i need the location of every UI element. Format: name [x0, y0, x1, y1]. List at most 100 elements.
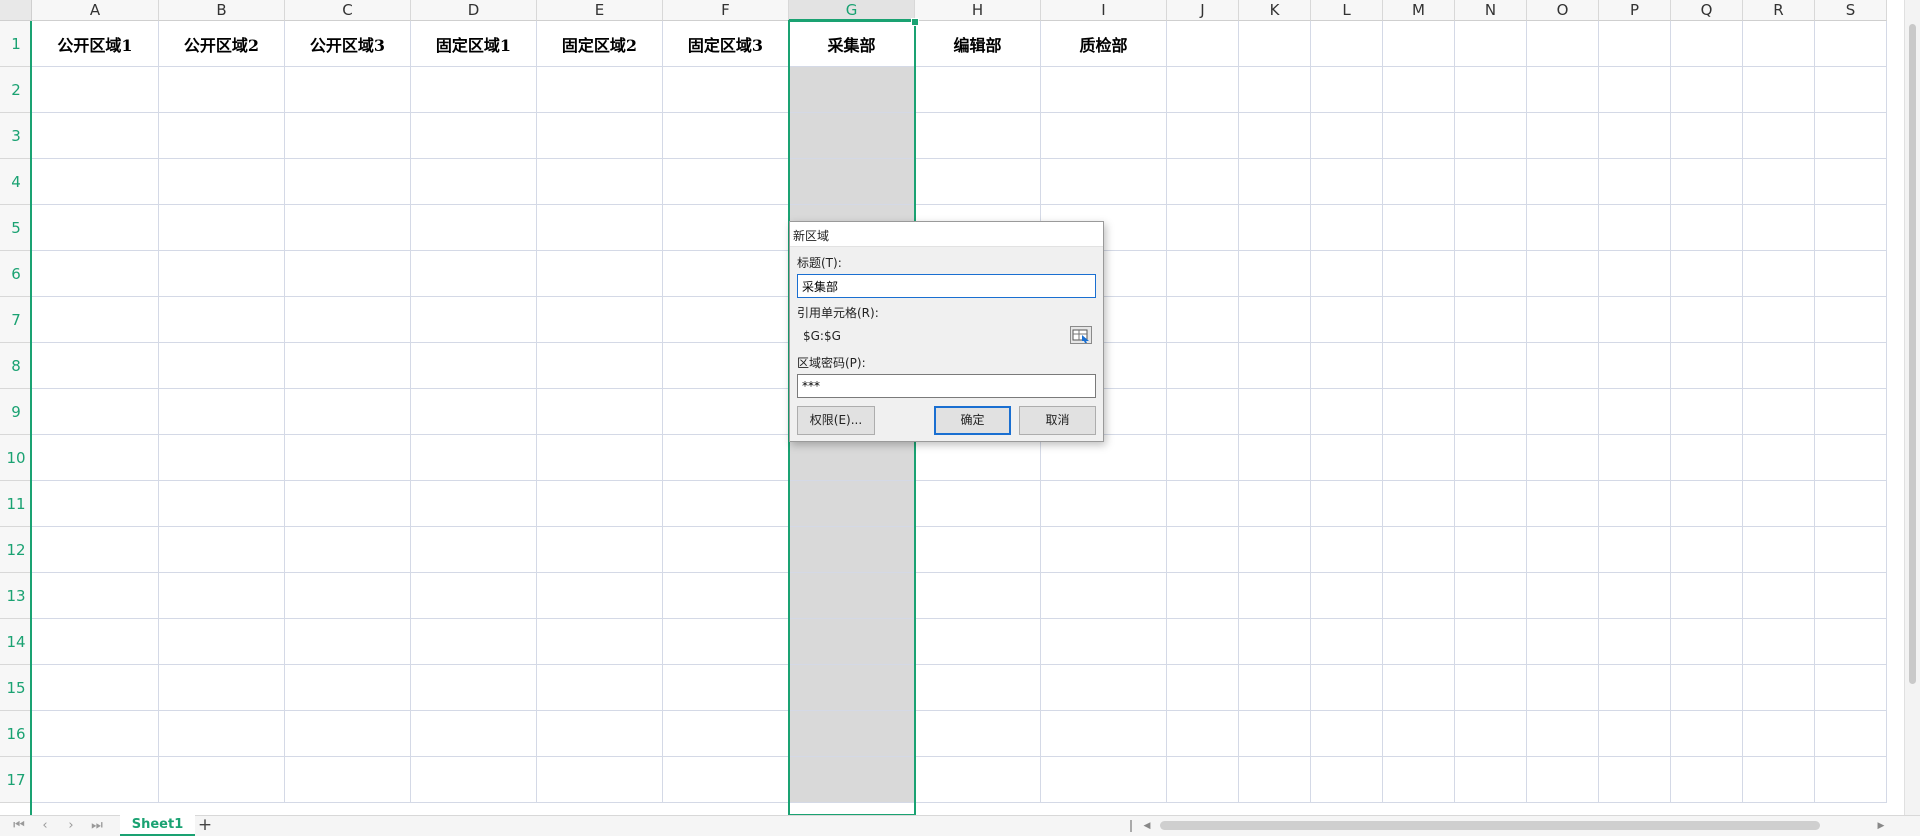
- cell-e10[interactable]: [537, 435, 663, 481]
- cell-h1[interactable]: 编辑部: [915, 21, 1041, 67]
- cell-i11[interactable]: [1041, 481, 1167, 527]
- cell-m5[interactable]: [1383, 205, 1455, 251]
- cell-m11[interactable]: [1383, 481, 1455, 527]
- cell-e16[interactable]: [537, 711, 663, 757]
- cell-d5[interactable]: [411, 205, 537, 251]
- cell-d9[interactable]: [411, 389, 537, 435]
- cell-o15[interactable]: [1527, 665, 1599, 711]
- column-header-o[interactable]: O: [1527, 0, 1599, 21]
- cell-j12[interactable]: [1167, 527, 1239, 573]
- title-input[interactable]: [797, 274, 1096, 298]
- cell-j7[interactable]: [1167, 297, 1239, 343]
- fill-handle[interactable]: [911, 18, 919, 26]
- cell-g13[interactable]: [789, 573, 915, 619]
- row-header-5[interactable]: 5: [0, 205, 32, 251]
- cell-j2[interactable]: [1167, 67, 1239, 113]
- column-header-e[interactable]: E: [537, 0, 663, 21]
- cell-e3[interactable]: [537, 113, 663, 159]
- row-header-17[interactable]: 17: [0, 757, 32, 803]
- cell-q12[interactable]: [1671, 527, 1743, 573]
- cell-l13[interactable]: [1311, 573, 1383, 619]
- cell-a14[interactable]: [32, 619, 159, 665]
- cell-o1[interactable]: [1527, 21, 1599, 67]
- cell-o3[interactable]: [1527, 113, 1599, 159]
- cell-a6[interactable]: [32, 251, 159, 297]
- ref-value[interactable]: $G:$G: [797, 324, 1096, 348]
- cell-a2[interactable]: [32, 67, 159, 113]
- cell-a9[interactable]: [32, 389, 159, 435]
- cell-q8[interactable]: [1671, 343, 1743, 389]
- cell-s6[interactable]: [1815, 251, 1887, 297]
- cell-k5[interactable]: [1239, 205, 1311, 251]
- cell-q10[interactable]: [1671, 435, 1743, 481]
- cell-e5[interactable]: [537, 205, 663, 251]
- cell-b17[interactable]: [159, 757, 285, 803]
- cell-c2[interactable]: [285, 67, 411, 113]
- column-header-p[interactable]: P: [1599, 0, 1671, 21]
- cell-i2[interactable]: [1041, 67, 1167, 113]
- cell-r7[interactable]: [1743, 297, 1815, 343]
- column-header-k[interactable]: K: [1239, 0, 1311, 21]
- cell-d6[interactable]: [411, 251, 537, 297]
- cell-e7[interactable]: [537, 297, 663, 343]
- cell-m13[interactable]: [1383, 573, 1455, 619]
- cell-c14[interactable]: [285, 619, 411, 665]
- cell-g3[interactable]: [789, 113, 915, 159]
- cell-q16[interactable]: [1671, 711, 1743, 757]
- cell-j17[interactable]: [1167, 757, 1239, 803]
- cell-j3[interactable]: [1167, 113, 1239, 159]
- cell-q6[interactable]: [1671, 251, 1743, 297]
- first-sheet-icon[interactable]: ⏮: [8, 816, 30, 836]
- cell-c4[interactable]: [285, 159, 411, 205]
- cell-c1[interactable]: 公开区域3: [285, 21, 411, 67]
- cell-h4[interactable]: [915, 159, 1041, 205]
- cell-n17[interactable]: [1455, 757, 1527, 803]
- cell-n16[interactable]: [1455, 711, 1527, 757]
- cell-o11[interactable]: [1527, 481, 1599, 527]
- cell-a13[interactable]: [32, 573, 159, 619]
- cell-c15[interactable]: [285, 665, 411, 711]
- column-header-g[interactable]: G: [789, 0, 915, 21]
- cell-g15[interactable]: [789, 665, 915, 711]
- cell-a17[interactable]: [32, 757, 159, 803]
- cell-m17[interactable]: [1383, 757, 1455, 803]
- cell-g1[interactable]: 采集部: [789, 21, 915, 67]
- cell-c8[interactable]: [285, 343, 411, 389]
- cell-m14[interactable]: [1383, 619, 1455, 665]
- cell-m3[interactable]: [1383, 113, 1455, 159]
- cell-g14[interactable]: [789, 619, 915, 665]
- cell-r5[interactable]: [1743, 205, 1815, 251]
- row-header-3[interactable]: 3: [0, 113, 32, 159]
- cell-o13[interactable]: [1527, 573, 1599, 619]
- cell-o9[interactable]: [1527, 389, 1599, 435]
- cell-f10[interactable]: [663, 435, 789, 481]
- cell-p3[interactable]: [1599, 113, 1671, 159]
- cell-k15[interactable]: [1239, 665, 1311, 711]
- cell-a10[interactable]: [32, 435, 159, 481]
- cell-d14[interactable]: [411, 619, 537, 665]
- cell-c12[interactable]: [285, 527, 411, 573]
- column-header-q[interactable]: Q: [1671, 0, 1743, 21]
- cell-h14[interactable]: [915, 619, 1041, 665]
- cell-n5[interactable]: [1455, 205, 1527, 251]
- cell-q15[interactable]: [1671, 665, 1743, 711]
- cell-b3[interactable]: [159, 113, 285, 159]
- permissions-button[interactable]: 权限(E)...: [797, 406, 875, 435]
- cell-c10[interactable]: [285, 435, 411, 481]
- cell-s1[interactable]: [1815, 21, 1887, 67]
- cell-l7[interactable]: [1311, 297, 1383, 343]
- cell-g12[interactable]: [789, 527, 915, 573]
- cell-s2[interactable]: [1815, 67, 1887, 113]
- scroll-left-icon[interactable]: ◀: [1140, 816, 1154, 836]
- cell-r2[interactable]: [1743, 67, 1815, 113]
- cell-i13[interactable]: [1041, 573, 1167, 619]
- cell-b16[interactable]: [159, 711, 285, 757]
- cell-m6[interactable]: [1383, 251, 1455, 297]
- cell-k8[interactable]: [1239, 343, 1311, 389]
- cell-s5[interactable]: [1815, 205, 1887, 251]
- cell-m10[interactable]: [1383, 435, 1455, 481]
- cell-s8[interactable]: [1815, 343, 1887, 389]
- cell-c11[interactable]: [285, 481, 411, 527]
- dialog-titlebar[interactable]: 新区域: [790, 222, 1103, 247]
- column-header-h[interactable]: H: [915, 0, 1041, 21]
